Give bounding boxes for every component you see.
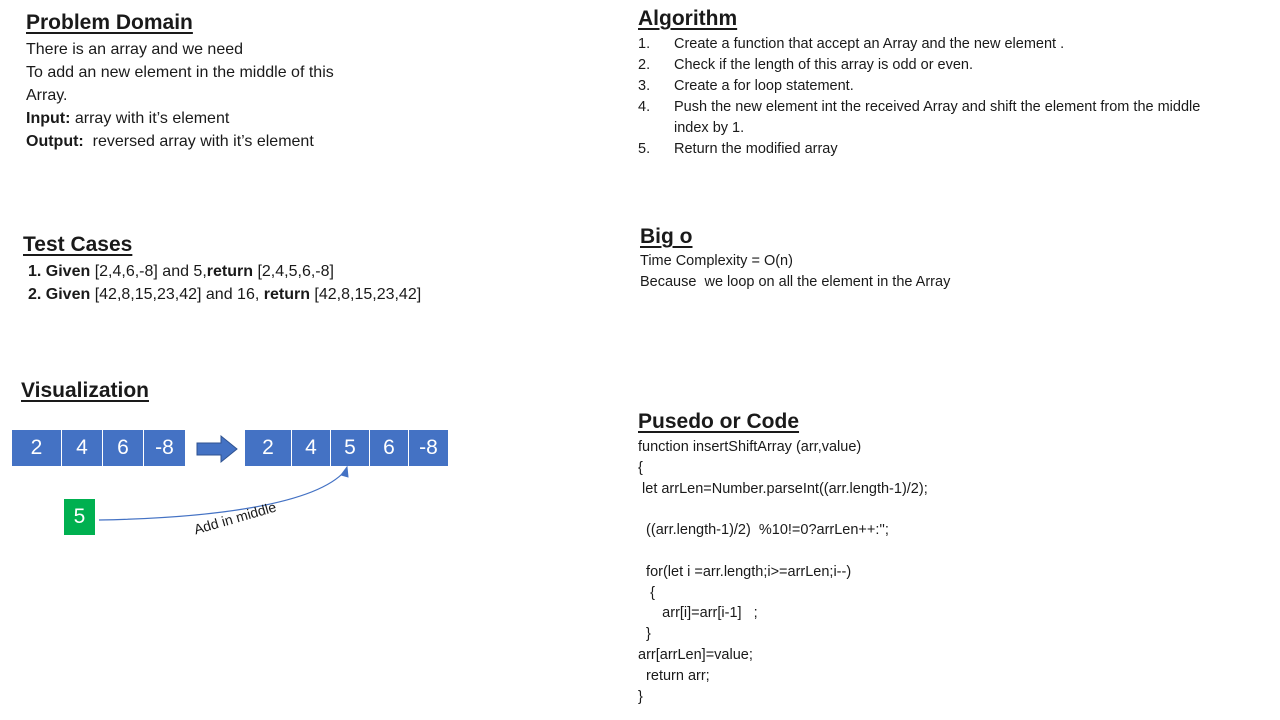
step-text: Create a function that accept an Array a… <box>674 36 1065 52</box>
code-line: ((arr.length-1)/2) %10!=0?arrLen++:''; <box>638 522 889 539</box>
step-text: Push the new element int the received Ar… <box>674 99 1201 136</box>
big-o-body: Time Complexity = O(n) Because we loop o… <box>640 251 950 293</box>
curved-arrow-icon <box>98 465 349 521</box>
step-text: Check if the length of this array is odd… <box>674 57 974 73</box>
code-block: function insertShiftArray (arr,value) { … <box>638 437 928 707</box>
code-line: arr[i]=arr[i-1] ; <box>638 605 758 622</box>
big-o-line: Time Complexity = O(n) <box>640 253 793 269</box>
algorithm-title: Algorithm <box>638 7 738 30</box>
code-title: Pusedo or Code <box>638 410 800 433</box>
algorithm-step: 4. Push the new element int the received … <box>638 97 1228 139</box>
algorithm-step: 5. Return the modified array <box>638 139 1228 160</box>
step-number: 3. <box>638 78 651 94</box>
algorithm-step: 3. Create a for loop statement. <box>638 76 1228 97</box>
big-o-title: Big o <box>640 225 693 248</box>
algorithm-steps: 1. Create a function that accept an Array… <box>638 34 1228 160</box>
code-line: } <box>638 626 651 643</box>
step-text: Return the modified array <box>674 141 838 157</box>
code-line: } <box>638 688 643 705</box>
step-number: 1. <box>638 36 651 52</box>
algorithm-step: 2. Check if the length of this array is o… <box>638 55 1228 76</box>
code-line: for(let i =arr.length;i>=arrLen;i--) <box>638 563 852 580</box>
step-number: 4. <box>638 99 651 115</box>
step-text: Create a for loop statement. <box>674 78 854 94</box>
code-line: return arr; <box>638 667 710 684</box>
code-line: arr[arrLen]=value; <box>638 646 753 663</box>
step-number: 5. <box>638 141 651 157</box>
big-o-line: Because we loop on all the element in th… <box>640 274 951 290</box>
code-line: let arrLen=Number.parseInt((arr.length-1… <box>638 480 928 497</box>
code-line: { <box>638 584 655 601</box>
code-line: { <box>638 459 643 476</box>
code-line: function insertShiftArray (arr,value) <box>638 439 862 455</box>
algorithm-step: 1. Create a function that accept an Array… <box>638 34 1228 55</box>
step-number: 2. <box>638 57 651 73</box>
